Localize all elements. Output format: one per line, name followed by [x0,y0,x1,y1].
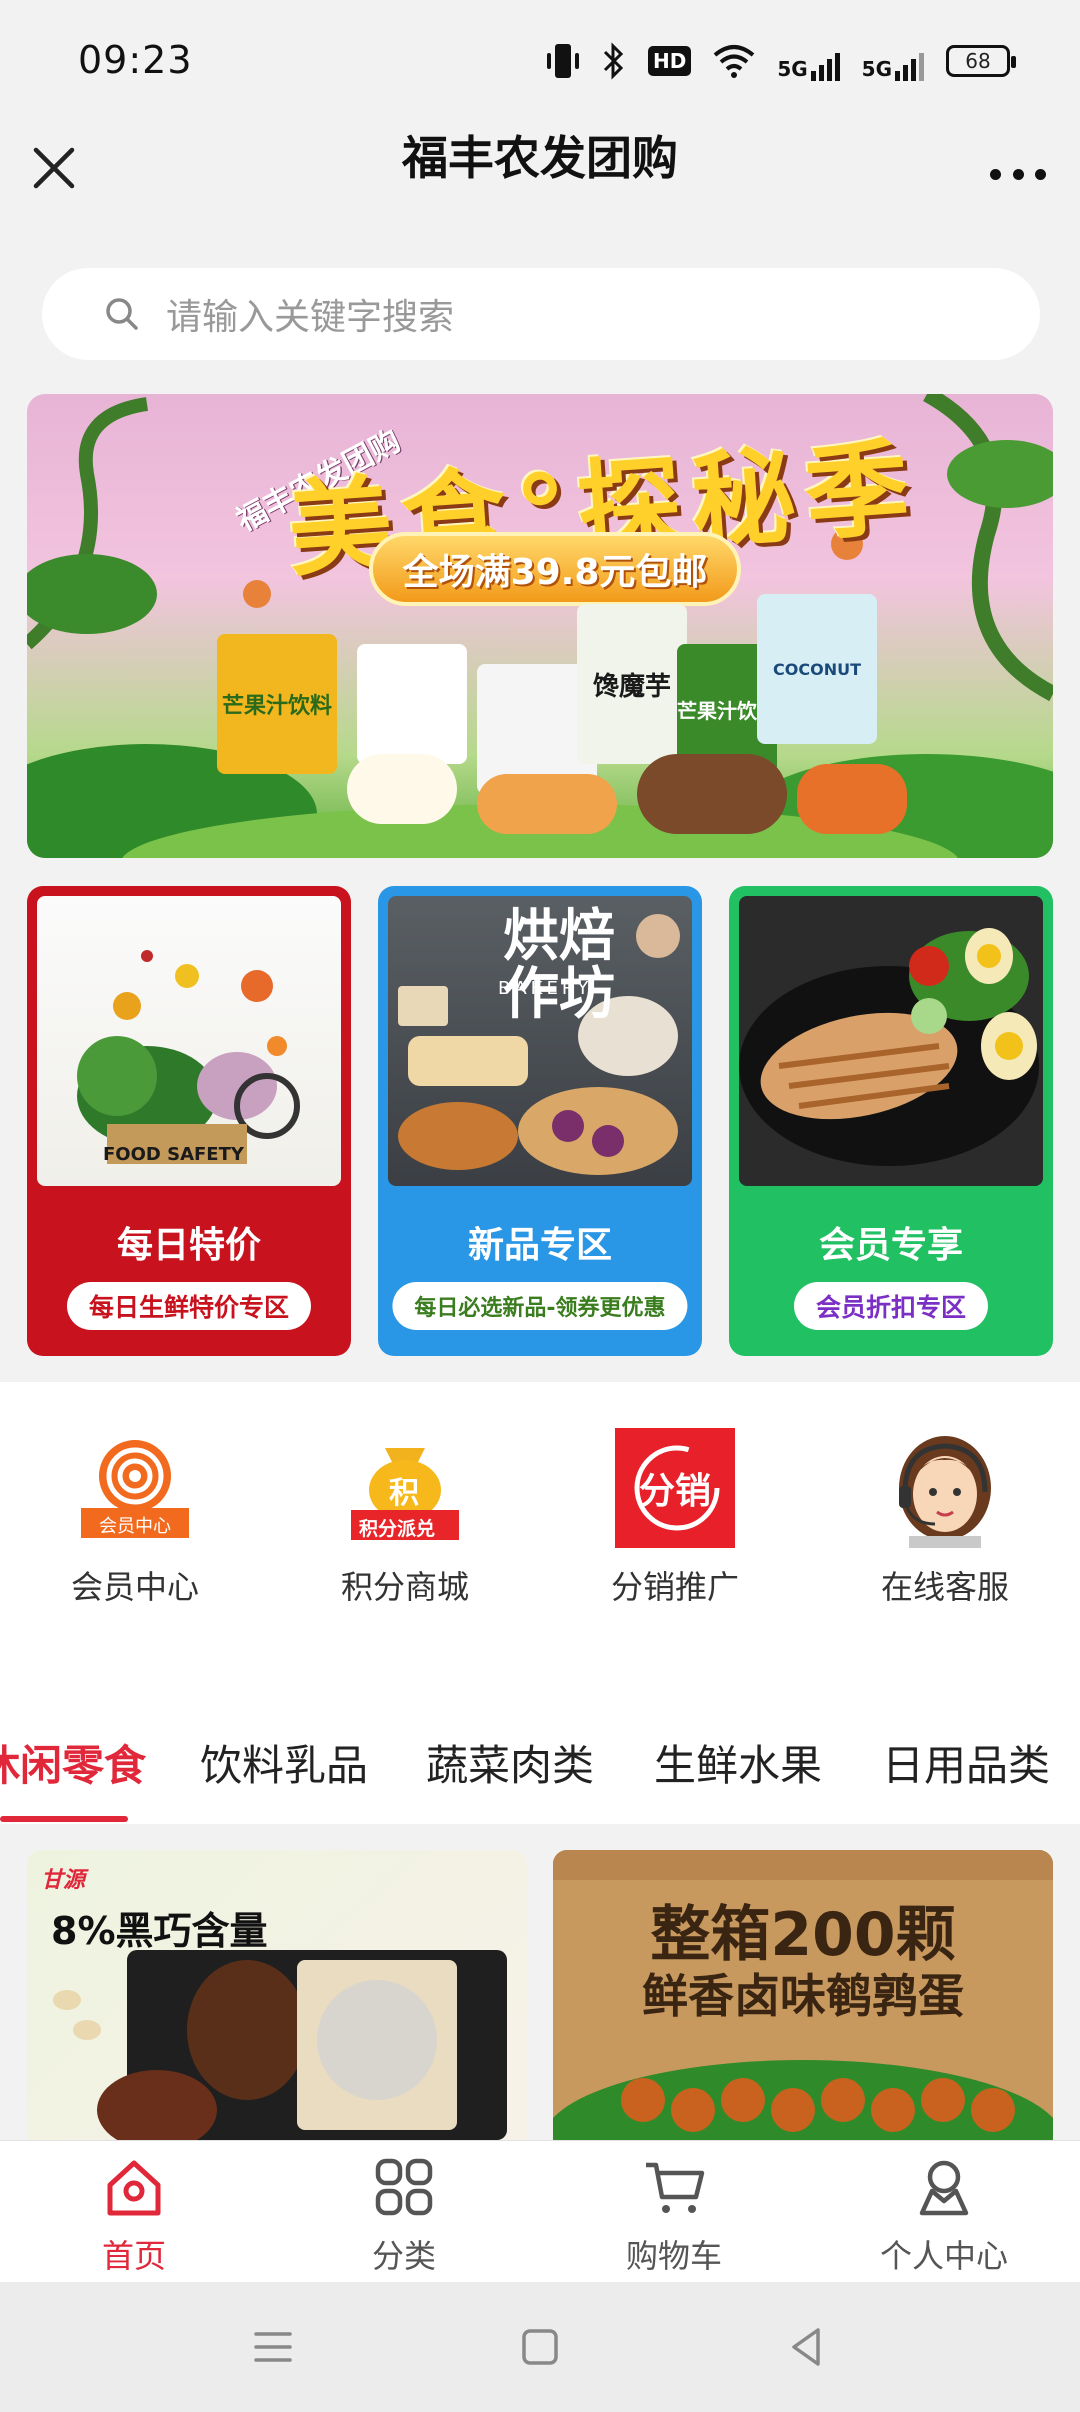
points-badge: 积分派兑 [359,1518,436,1540]
hd-icon: HD [647,41,692,81]
more-dot-icon [990,168,1001,180]
food-plate [637,754,787,834]
card-pill: 会员折扣专区 [793,1282,989,1330]
vegetables-illustration [77,950,300,1164]
distribution-glyph: 分销 [638,1471,711,1512]
signal-5g-icon: 5G [777,41,840,81]
nav-cart[interactable]: 购物车 [574,2155,774,2277]
product-package [357,644,467,764]
new-products-card[interactable]: 烘焙作坊 BAKERY 新品专区 每日必选新品-领券更优惠 [378,886,702,1356]
product-package: COCONUT [757,594,877,744]
system-icons: HD 5G 5G 68 [546,38,1016,84]
tab-vegetables-meat[interactable]: 蔬菜肉类 [426,1732,594,1793]
product-card[interactable]: 甘源 8%黑巧含量 [27,1850,527,2140]
active-tab-indicator [0,1816,128,1822]
bluetooth-icon [602,41,626,81]
member-center-button[interactable]: 会员中心 会员中心 [35,1428,235,1608]
search-input[interactable]: 请输入关键字搜索 [42,268,1040,360]
vibrate-icon [546,41,580,81]
cart-icon [646,2162,705,2213]
product-subheadline: 鲜香卤味鹌鹑蛋 [642,1969,964,2023]
nav-profile[interactable]: 个人中心 [844,2155,1044,2277]
category-icon [375,2158,433,2216]
food-plate [347,754,457,824]
status-bar: 09:23 HD 5G 5G 68 [0,0,1080,124]
nav-home[interactable]: 首页 [34,2155,234,2277]
title-bar: 福丰农发团购 [0,124,1080,238]
member-badge: 会员中心 [99,1516,171,1537]
shortcut-label: 会员中心 [70,1568,199,1606]
more-dot-icon [1035,168,1046,180]
product-image [53,1950,507,2140]
category-tabs: 休闲零食 饮料乳品 蔬菜肉类 生鲜水果 日用品类 [0,1652,1080,1824]
bakery-title: 烘焙作坊 [503,904,615,1027]
member-exclusive-card[interactable]: 会员专享 会员折扣专区 [729,886,1053,1356]
home-square-icon[interactable] [515,2322,565,2372]
salad-photo [739,896,1043,1186]
food-safety-label: FOOD SAFETY [103,1144,244,1165]
food-plate [797,764,907,834]
food-plate [477,774,617,834]
tab-daily-goods[interactable]: 日用品类 [882,1732,1050,1793]
card-title: 会员专享 [818,1225,963,1266]
nav-label: 购物车 [625,2237,722,2275]
shortcut-label: 分销推广 [610,1568,739,1606]
bottom-nav: 首页 分类 购物车 个人中心 [0,2140,1080,2282]
customer-service-icon [885,1428,1005,1548]
back-icon[interactable] [782,2322,832,2372]
banner-products: 芒果汁饮料 馋魔芋 芒果汁饮料 COCONUT [217,574,907,834]
points-mall-button[interactable]: 积 积分派兑 积分商城 [305,1428,505,1608]
nav-label: 个人中心 [879,2237,1008,2275]
tab-drinks-dairy[interactable]: 饮料乳品 [200,1732,368,1793]
page-title: 福丰农发团购 [402,131,678,185]
battery-icon: 68 [946,41,1016,81]
nav-category[interactable]: 分类 [304,2155,504,2277]
more-dot-icon [1012,168,1024,180]
daily-deal-card[interactable]: FOOD SAFETY 每日特价 每日生鲜特价专区 [27,886,351,1356]
card-title: 新品专区 [467,1225,612,1266]
wifi-icon [713,41,755,81]
customer-service-button[interactable]: 在线客服 [845,1428,1045,1608]
card-pill: 每日必选新品-领券更优惠 [392,1282,688,1330]
home-icon [107,2160,161,2216]
status-time: 09:23 [78,38,193,82]
nav-label: 分类 [371,2237,436,2275]
user-icon [919,2160,969,2216]
points-glyph: 积 [389,1476,419,1511]
vegetables-photo: FOOD SAFETY [37,896,341,1186]
bakery-sub: BAKERY [498,978,593,999]
tab-fresh-fruit[interactable]: 生鲜水果 [654,1732,822,1793]
menu-icon[interactable] [248,2322,298,2372]
product-package: 馋魔芋 [577,604,687,764]
distribution-button[interactable]: 分销 分销推广 [575,1428,775,1608]
signal-5g-icon-2: 5G [862,41,924,81]
system-navigation-bar [0,2282,1080,2412]
search-icon [106,298,138,330]
product-card[interactable]: 整箱200颗 鲜香卤味鹌鹑蛋 [553,1850,1053,2140]
shortcut-label: 在线客服 [880,1568,1009,1606]
more-options-button[interactable] [990,164,1046,184]
card-title: 每日特价 [116,1225,261,1266]
promo-banner[interactable]: 福丰农发团购 美食°探秘季 全场满39.8元包邮 芒果汁饮料 馋魔芋 芒果汁饮料… [27,394,1053,858]
member-center-icon: 会员中心 [75,1428,195,1548]
distribution-icon: 分销 [615,1428,735,1548]
product-package: 芒果汁饮料 [217,634,337,774]
shortcut-label: 积分商城 [340,1568,469,1606]
points-mall-icon: 积 积分派兑 [345,1428,465,1548]
nav-label: 首页 [101,2237,166,2275]
shortcut-row: 会员中心 会员中心 积 积分派兑 积分商城 分销 分销推广 在线客服 [0,1382,1080,1652]
tab-snacks[interactable]: 休闲零食 [0,1732,146,1793]
card-pill: 每日生鲜特价专区 [66,1282,312,1330]
search-placeholder: 请输入关键字搜索 [166,297,455,338]
salad-illustration [739,928,1039,1166]
bakery-photo: 烘焙作坊 BAKERY [388,896,692,1186]
